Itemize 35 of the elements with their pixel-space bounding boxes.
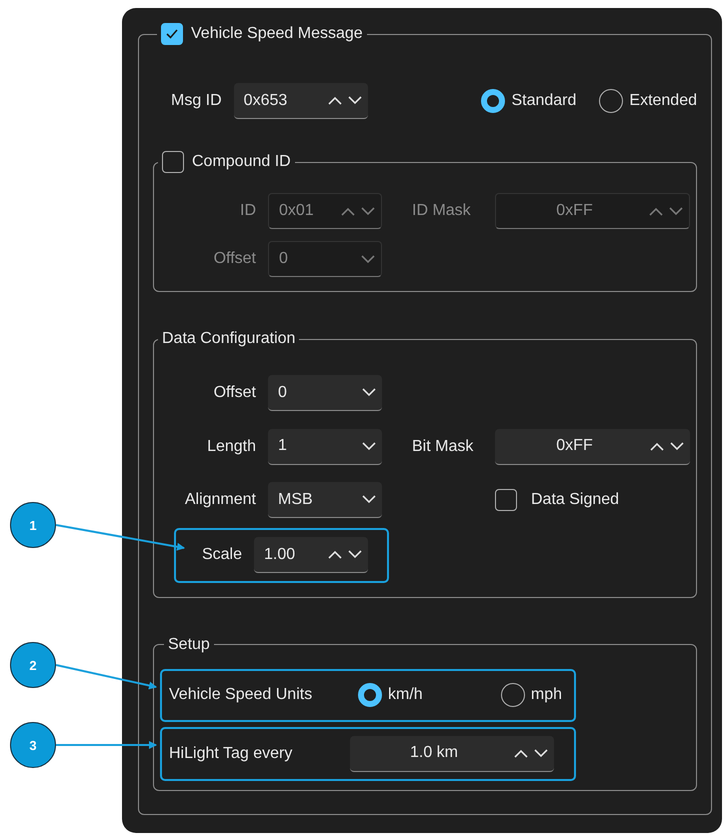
checkbox[interactable] [161, 23, 183, 45]
radio-label: km/h [388, 686, 423, 704]
checkbox-label: Data Signed [531, 491, 620, 509]
checkbox[interactable] [495, 489, 517, 511]
field-label: Length [206, 438, 256, 456]
radio-button[interactable] [500, 683, 525, 707]
radio-button[interactable] [599, 89, 624, 113]
radio-label: Extended [629, 92, 697, 110]
field-label: ID [239, 202, 256, 220]
checkmark-icon [165, 28, 179, 40]
group-title: Vehicle Speed Message [191, 25, 363, 43]
dropdown-field[interactable]: 0 [268, 241, 382, 277]
field-label: Msg ID [171, 92, 222, 110]
group-title: Compound ID [192, 153, 291, 171]
group-title: Data Configuration [162, 330, 296, 348]
field-label: Scale [200, 546, 242, 564]
dropdown-field[interactable]: 0 [268, 375, 382, 411]
group-title: Setup [168, 636, 210, 654]
field-label: Alignment [184, 491, 256, 509]
checkbox[interactable] [162, 151, 184, 173]
field-label: ID Mask [411, 202, 472, 220]
field-label: HiLight Tag every [169, 744, 294, 762]
dropdown-field[interactable]: MSB [268, 482, 382, 518]
field-label: Bit Mask [411, 438, 474, 456]
callout-badge: 3 [10, 722, 56, 768]
callout-badge: 2 [10, 642, 56, 688]
callout-badge: 1 [10, 502, 56, 548]
radio-button[interactable] [481, 89, 506, 113]
radio-label: mph [530, 686, 562, 704]
field-label: Offset [212, 384, 256, 402]
dropdown-field[interactable]: 1 [268, 428, 382, 464]
field-label: Vehicle Speed Units [169, 686, 314, 704]
radio-label: Standard [511, 92, 576, 110]
field-label: Offset [212, 250, 256, 268]
radio-button[interactable] [358, 683, 382, 707]
